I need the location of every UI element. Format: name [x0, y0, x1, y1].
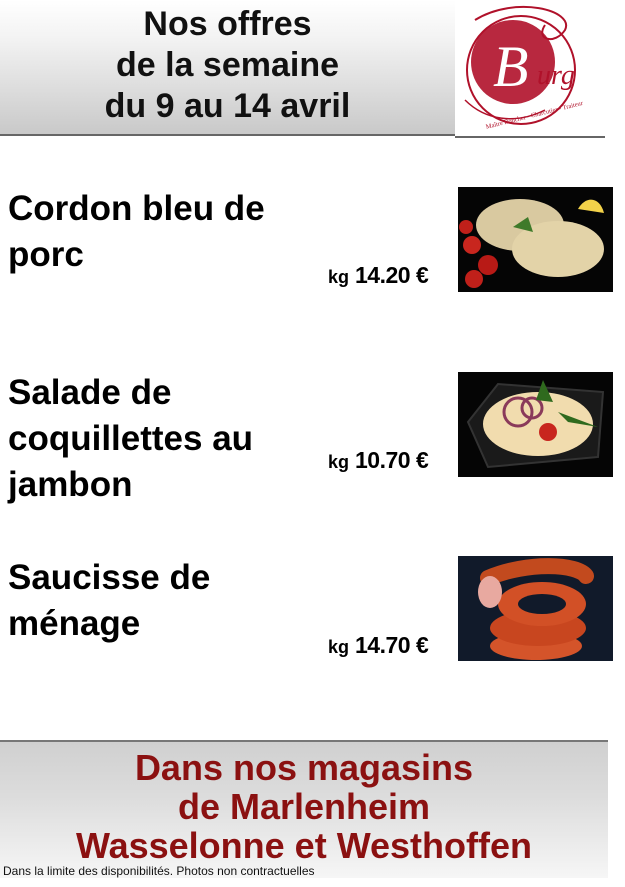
product-name-line: Cordon bleu de: [8, 189, 265, 228]
product-price: kg 14.20 €: [328, 262, 456, 289]
footer-line: Wasselonne et Westhoffen: [75, 825, 533, 866]
price-unit: kg: [328, 452, 350, 472]
price-unit: kg: [328, 267, 350, 287]
title-line: Nos offres: [143, 5, 312, 43]
price-value: 10.70 €: [355, 447, 429, 473]
logo-letter: B: [493, 34, 528, 99]
footer-banner: Dans nos magasins de Marlenheim Wasselon…: [0, 740, 608, 878]
product-name-line: Salade de: [8, 373, 172, 412]
price-unit: kg: [328, 637, 350, 657]
product-price: kg 10.70 €: [328, 447, 456, 474]
product-photo-salade: [458, 372, 613, 477]
footer-line: de Marlenheim: [177, 786, 431, 827]
product-name-saucisse: Saucisse de ménage: [8, 555, 210, 647]
product-name-line: coquillettes au: [8, 419, 254, 458]
brand-logo: B urg Maître Boucher - Charcutier - Trai…: [455, 0, 605, 138]
logo-tagline: Maître Boucher - Charcutier - Traiteur: [485, 100, 584, 131]
page-title: Nos offres de la semaine du 9 au 14 avri…: [0, 4, 455, 127]
product-photo-cordon-bleu: [458, 187, 613, 292]
product-name-line: Saucisse de: [8, 558, 211, 597]
logo-emblem: B urg Maître Boucher - Charcutier - Trai…: [464, 6, 584, 131]
footer-line: Dans nos magasins: [134, 747, 474, 788]
disclaimer: Dans la limite des disponibilités. Photo…: [3, 864, 315, 878]
price-value: 14.20 €: [355, 262, 429, 288]
header-banner: Nos offres de la semaine du 9 au 14 avri…: [0, 0, 455, 136]
product-name-salade: Salade de coquillettes au jambon: [8, 370, 253, 508]
title-line: de la semaine: [115, 46, 339, 84]
product-name-line: jambon: [8, 465, 133, 504]
store-locations: Dans nos magasins de Marlenheim Wasselon…: [0, 748, 608, 865]
price-value: 14.70 €: [355, 632, 429, 658]
product-photo-saucisse: [458, 556, 613, 661]
product-name-cordon-bleu: Cordon bleu de porc: [8, 186, 265, 278]
product-name-line: ménage: [8, 604, 141, 643]
title-line: du 9 au 14 avril: [104, 87, 351, 125]
logo-text: urg: [537, 60, 575, 91]
product-name-line: porc: [8, 235, 84, 274]
product-price: kg 14.70 €: [328, 632, 456, 659]
